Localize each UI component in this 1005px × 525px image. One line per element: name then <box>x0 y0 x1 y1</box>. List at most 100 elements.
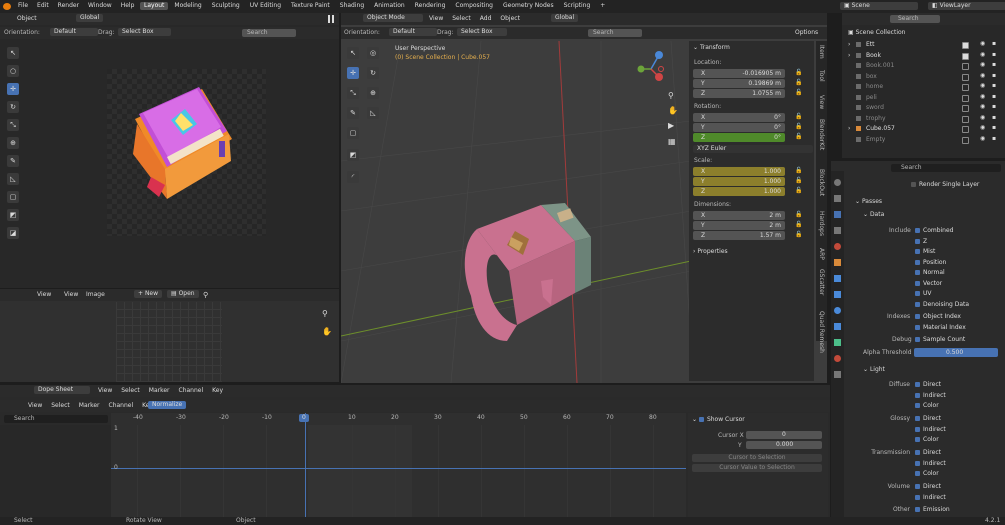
vp-bevel-icon[interactable]: ◜ <box>347 171 359 183</box>
render-camera-icon[interactable]: ▪ <box>992 135 996 142</box>
output-tab-icon[interactable] <box>834 195 841 202</box>
measure-icon[interactable]: ◺ <box>7 173 19 185</box>
visibility-eye-icon[interactable]: ◉ <box>980 83 985 89</box>
visibility-eye-icon[interactable]: ◉ <box>980 72 985 79</box>
sidebar-tab-view[interactable]: View <box>818 95 825 109</box>
outliner-search-input[interactable]: Search <box>890 15 940 23</box>
light-pass-checkbox[interactable]: Color <box>915 471 939 477</box>
move-icon[interactable]: ✛ <box>7 83 19 95</box>
render-camera-icon[interactable]: ▪ <box>992 51 996 58</box>
object-tab-icon[interactable] <box>834 259 841 266</box>
sample-count-checkbox[interactable]: Sample Count <box>915 337 965 343</box>
pass-checkbox-vector[interactable]: Vector <box>915 280 942 287</box>
exclude-checkbox[interactable] <box>962 126 969 133</box>
exclude-checkbox[interactable] <box>962 84 969 91</box>
global-dropdown[interactable]: Global <box>76 14 104 22</box>
image-view-menu-1[interactable]: View <box>37 292 51 298</box>
passes-panel-header[interactable]: ⌄ Passes <box>855 199 882 205</box>
outliner-item[interactable]: › Book ◉ ▪ <box>842 51 1005 60</box>
add-cube-icon[interactable]: ▢ <box>7 191 19 203</box>
render-camera-icon[interactable]: ▪ <box>992 93 996 100</box>
data-subpanel-header[interactable]: ⌄ Data <box>863 212 884 218</box>
navigation-gizmo[interactable] <box>633 49 669 85</box>
mode-dropdown[interactable]: Object Mode <box>363 14 423 22</box>
exclude-checkbox[interactable] <box>962 94 969 102</box>
light-pass-checkbox[interactable]: Indirect <box>915 392 946 399</box>
lock-icon[interactable]: 🔓 <box>795 188 802 194</box>
vp-annotate-icon[interactable]: ✎ <box>347 107 359 119</box>
light-pass-checkbox[interactable]: Color <box>915 437 939 443</box>
outliner-item[interactable]: box ◉ ▪ <box>842 72 1005 81</box>
render-camera-icon[interactable]: ▪ <box>992 41 996 47</box>
zoom-view-icon[interactable]: ⚲ <box>668 91 674 100</box>
tab-shading[interactable]: Shading <box>336 2 368 10</box>
pin-icon[interactable]: ⚲ <box>203 291 208 299</box>
sample-icon[interactable]: ◩ <box>7 209 19 221</box>
render-single-layer-checkbox[interactable]: Render Single Layer <box>911 182 979 188</box>
vp-rotate-icon[interactable]: ↻ <box>367 67 379 79</box>
show-cursor-checkbox[interactable]: ⌄ Show Cursor <box>692 417 745 423</box>
alpha-threshold-field[interactable]: 0.500 <box>914 348 998 357</box>
ds-menu-view[interactable]: View <box>98 388 112 394</box>
graph-menu-channel[interactable]: Channel <box>109 403 134 409</box>
light-pass-checkbox[interactable]: Direct <box>915 382 941 388</box>
transform-title[interactable]: ⌄ Transform <box>693 45 730 51</box>
orientation-dropdown[interactable]: Default <box>50 28 98 36</box>
normalize-toggle[interactable]: Normalize <box>148 401 187 409</box>
outliner-root[interactable]: ▣ Scene Collection <box>848 30 905 36</box>
vp-select-icon[interactable]: ↖ <box>347 47 359 59</box>
lock-icon[interactable]: 🔓 <box>795 222 802 228</box>
vp-transform-icon[interactable]: ⊕ <box>367 87 379 99</box>
particles-tab-icon[interactable] <box>834 291 841 298</box>
light-pass-checkbox[interactable]: Indirect <box>915 426 946 433</box>
visibility-eye-icon[interactable]: ◉ <box>980 114 985 121</box>
sidebar-tab-blenderkit[interactable]: BlenderKit <box>818 119 825 150</box>
expand-icon[interactable]: › <box>848 125 850 132</box>
viewport-drag-dropdown[interactable]: Select Box <box>457 28 507 36</box>
menu-edit[interactable]: Edit <box>37 3 49 9</box>
render-camera-icon[interactable]: ▪ <box>992 114 996 121</box>
constraints-tab-icon[interactable] <box>834 323 841 330</box>
render-camera-icon[interactable]: ▪ <box>992 83 996 89</box>
lock-icon[interactable]: 🔓 <box>795 90 802 96</box>
light-pass-checkbox[interactable]: Direct <box>915 416 941 422</box>
vp-add-cube-icon[interactable]: ▢ <box>347 127 359 139</box>
light-pass-checkbox[interactable]: Direct <box>915 484 941 490</box>
texture-tab-icon[interactable] <box>834 371 841 378</box>
exclude-checkbox[interactable] <box>962 73 969 81</box>
rotation-row-y[interactable]: Y 0° <box>693 123 785 132</box>
render-camera-icon[interactable]: ▪ <box>992 125 996 131</box>
rotation-mode-dropdown[interactable]: XYZ Euler <box>693 145 813 153</box>
ds-menu-key[interactable]: Key <box>212 388 223 394</box>
dimensions-row-y[interactable]: Y 2 m <box>693 221 785 230</box>
vp-extrude-icon[interactable]: ◩ <box>347 149 359 161</box>
rotate-icon[interactable]: ↻ <box>7 101 19 113</box>
viewlayer-selector[interactable]: ◧ ViewLayer <box>928 2 1005 10</box>
rotation-row-z[interactable]: Z 0° <box>693 133 785 142</box>
sidebar-tab-hardops[interactable]: Hardops <box>818 211 825 236</box>
tab-rendering[interactable]: Rendering <box>411 2 450 10</box>
scale-row-z[interactable]: Z 1.000 <box>693 187 785 196</box>
ds-menu-select[interactable]: Select <box>121 388 140 394</box>
drag-dropdown[interactable]: Select Box <box>118 28 171 36</box>
graph-menu-select[interactable]: Select <box>51 403 70 409</box>
location-row-x[interactable]: X -0.016905 m <box>693 69 785 78</box>
pass-checkbox-denoising-data[interactable]: Denoising Data <box>915 301 969 308</box>
properties-subpanel[interactable]: › Properties <box>693 249 728 255</box>
sidebar-tab-item[interactable]: Item <box>818 45 825 59</box>
sidebar-tab-tool[interactable]: Tool <box>818 70 825 82</box>
viewport-search-input[interactable]: Search <box>588 29 642 37</box>
viewport-global-dropdown[interactable]: Global <box>551 14 579 22</box>
menu-render[interactable]: Render <box>58 3 79 9</box>
scale-row-y[interactable]: Y 1.000 <box>693 177 785 186</box>
search-input[interactable]: Search <box>242 29 296 37</box>
graph-menu-view[interactable]: View <box>28 403 42 409</box>
outliner-item[interactable]: › Ett ◉ ▪ <box>842 40 1005 49</box>
image-view-menu-2[interactable]: View <box>64 292 78 298</box>
ds-menu-channel[interactable]: Channel <box>179 388 204 394</box>
pan-view-icon[interactable]: ✋ <box>668 106 678 115</box>
outliner-item[interactable]: Empty ◉ ▪ <box>842 135 1005 144</box>
channel-search-input[interactable]: Search <box>4 415 108 423</box>
expand-icon[interactable]: › <box>848 41 850 48</box>
pass-checkbox-position[interactable]: Position <box>915 259 946 266</box>
